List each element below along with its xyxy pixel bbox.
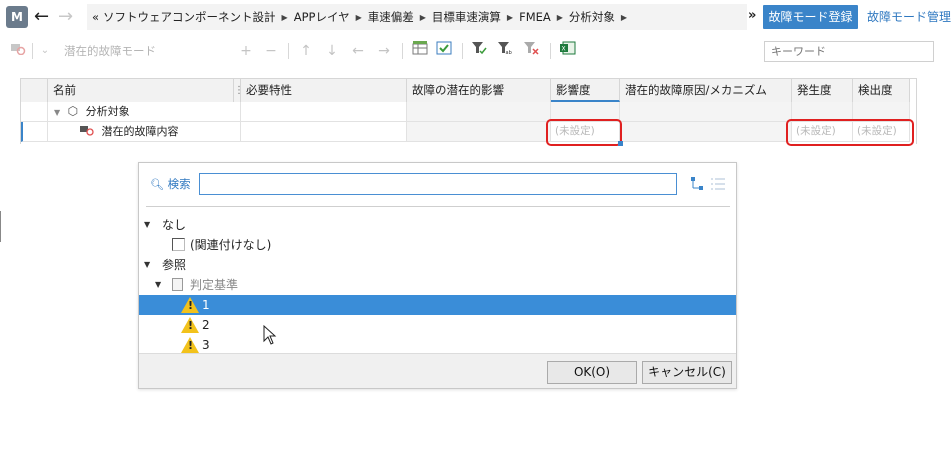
expand-triangle-icon[interactable]: ▼ [54, 108, 60, 117]
chevron-right-icon: ▶ [556, 12, 563, 22]
tree-item-none[interactable]: ▼ なし [139, 215, 736, 235]
table-row[interactable]: ▼ ⬡ 分析対象 [48, 102, 241, 122]
occurrence-cell[interactable]: (未設定) [792, 122, 853, 142]
checkbox-icon[interactable] [172, 238, 185, 251]
excel-export-icon[interactable]: X [558, 37, 578, 65]
document-icon [172, 278, 183, 291]
table-row[interactable]: 潜在的故障内容 [48, 122, 241, 142]
cube-icon: ⬡ [67, 104, 79, 118]
breadcrumb-overflow[interactable]: « [92, 10, 99, 24]
svg-text:X: X [562, 46, 566, 53]
grid-cell[interactable] [620, 122, 792, 142]
filter-check-icon[interactable] [469, 37, 489, 65]
grid-cell[interactable] [620, 102, 792, 122]
search-icon: 🔍︎ [150, 178, 164, 191]
manage-failure-mode-link[interactable]: 故障モード管理 [867, 5, 951, 29]
chevron-right-icon: ▶ [419, 12, 426, 22]
row-name: 潜在的故障内容 [101, 125, 179, 138]
breadcrumb-item[interactable]: APPレイヤ [294, 9, 350, 25]
row-name: 分析対象 [85, 105, 130, 118]
arrow-up-icon[interactable]: ↑ [297, 37, 315, 65]
expand-triangle-icon[interactable]: ▼ [144, 215, 150, 235]
warning-icon [181, 297, 199, 313]
row-selector-header [21, 79, 48, 102]
breadcrumb-item[interactable]: 目標車速演算 [432, 9, 501, 25]
column-header-detection[interactable]: 検出度 [853, 79, 910, 102]
grid-cell[interactable] [792, 102, 853, 122]
failure-mode-label: 潜在的故障モード [64, 44, 156, 58]
arrow-right-icon[interactable]: → [375, 37, 393, 65]
divider [146, 206, 730, 207]
breadcrumb: « ソフトウェアコンポーネント設計 ▶ APPレイヤ ▶ 車速偏差 ▶ 目標車速… [87, 4, 747, 30]
grid-cell[interactable] [407, 122, 551, 142]
severity-cell[interactable]: (未設定) [551, 122, 620, 142]
forward-arrow-icon[interactable]: → [58, 5, 78, 29]
cancel-button[interactable]: キャンセル(C) [642, 361, 732, 384]
grid-cell[interactable] [241, 122, 407, 142]
criteria-selection-popup: 🔍︎ 検索 ▼ なし (関連付けなし) ▼ 参照 ▼ 判定基準 1 2 3 [138, 162, 737, 389]
breadcrumb-item[interactable]: FMEA [519, 10, 551, 24]
warning-icon [181, 337, 199, 353]
fmea-grid: 名前 ⋮ 必要特性 故障の潜在的影響 影響度 潜在的故障原因/メカニズム 発生度… [20, 78, 917, 144]
chevron-right-icon: ▶ [620, 12, 628, 22]
plus-icon[interactable]: + [237, 37, 255, 65]
column-header-severity[interactable]: 影響度 [551, 79, 620, 102]
expand-triangle-icon[interactable]: ▼ [155, 275, 161, 295]
mouse-cursor-icon [263, 324, 277, 345]
ok-button[interactable]: OK(O) [547, 361, 637, 384]
cell-resize-handle[interactable] [618, 141, 623, 146]
app-icon[interactable]: M [6, 6, 28, 28]
grid-cell[interactable] [853, 102, 910, 122]
column-header-potential-effect[interactable]: 故障の潜在的影響 [407, 79, 551, 102]
tree-item-1[interactable]: 1 [139, 295, 736, 315]
row-selector[interactable] [21, 122, 48, 142]
breadcrumb-item[interactable]: ソフトウェアコンポーネント設計 [103, 9, 276, 25]
breadcrumb-item[interactable]: 車速偏差 [368, 9, 414, 25]
tree-item-unlinked[interactable]: (関連付けなし) [139, 235, 736, 255]
failure-content-icon [80, 125, 98, 138]
window-edge [0, 211, 1, 242]
grid-cell[interactable] [551, 102, 620, 122]
chevron-down-icon[interactable]: ⌄ [38, 37, 52, 65]
failure-mode-icon[interactable] [8, 37, 28, 65]
filter-clear-icon[interactable] [521, 37, 541, 65]
chevron-right-icon: ▶ [355, 12, 362, 22]
top-navigation-bar: M ← → « ソフトウェアコンポーネント設計 ▶ APPレイヤ ▶ 車速偏差 … [0, 0, 951, 35]
tree-item-3[interactable]: 3 [139, 335, 736, 355]
more-button[interactable]: » [748, 6, 762, 26]
breadcrumb-item[interactable]: 分析対象 [569, 9, 615, 25]
expand-triangle-icon[interactable]: ▼ [144, 255, 150, 275]
arrow-down-icon[interactable]: ↓ [323, 37, 341, 65]
table-check-icon[interactable] [434, 37, 454, 65]
keyword-search-input[interactable] [764, 41, 934, 62]
register-failure-mode-button[interactable]: 故障モード登録 [763, 5, 858, 29]
popup-search-input[interactable] [199, 173, 677, 195]
grid-cell[interactable] [241, 102, 407, 122]
arrow-left-icon[interactable]: ← [349, 37, 367, 65]
tree-view-icon[interactable] [690, 176, 706, 192]
popup-footer: OK(O) キャンセル(C) [139, 353, 736, 388]
chevron-right-icon: ▶ [281, 12, 288, 22]
column-header-cause-mechanism[interactable]: 潜在的故障原因/メカニズム [620, 79, 792, 102]
column-header-name[interactable]: 名前 [48, 79, 234, 102]
column-header-occurrence[interactable]: 発生度 [792, 79, 853, 102]
back-arrow-icon[interactable]: ← [34, 5, 54, 29]
grid-cell[interactable] [407, 102, 551, 122]
column-header-required-characteristic[interactable]: 必要特性 [241, 79, 407, 102]
minus-icon[interactable]: − [262, 37, 280, 65]
warning-icon [181, 317, 199, 333]
tree-item-2[interactable]: 2 [139, 315, 736, 335]
column-resize-handle[interactable]: ⋮ [234, 79, 241, 102]
row-selector[interactable] [21, 102, 48, 122]
tree-item-reference[interactable]: ▼ 参照 [139, 255, 736, 275]
search-label: 🔍︎ 検索 [150, 177, 191, 191]
chevron-right-icon: ▶ [506, 12, 514, 22]
svg-text:ab: ab [506, 50, 512, 55]
filter-text-icon[interactable]: ab [495, 37, 515, 65]
list-view-icon[interactable] [710, 176, 726, 192]
detection-cell[interactable]: (未設定) [853, 122, 910, 142]
table-insert-icon[interactable] [410, 37, 430, 65]
tree-item-criteria[interactable]: ▼ 判定基準 [139, 275, 736, 295]
